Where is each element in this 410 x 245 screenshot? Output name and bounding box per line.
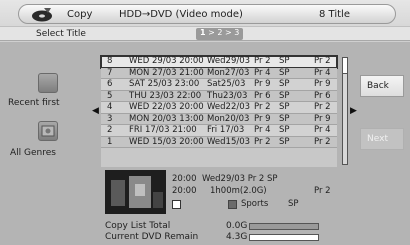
title-thumbnail <box>105 170 166 214</box>
row-channel-2: Pr 6 <box>314 90 331 101</box>
row-channel-2: Pr 9 <box>314 113 331 124</box>
row-channel-2: Pr 4 <box>314 125 331 135</box>
copy-route-label: HDD→DVD (Video mode) <box>119 9 243 20</box>
row-title: Mon27/03 <box>207 67 250 78</box>
row-rec-mode: SP <box>279 113 290 124</box>
title-row[interactable]: 4 WED 22/03 20:00 Wed22/03 Pr 2 SP Pr 2 <box>101 102 337 114</box>
select-title-label: Select Title <box>36 29 86 39</box>
row-number: 8 <box>107 56 113 66</box>
row-date: MON 20/03 13:00 <box>129 113 204 124</box>
disc-copy-icon <box>32 8 52 22</box>
row-channel: Pr 2 <box>254 56 271 66</box>
row-title: Fri 17/03 <box>207 125 245 135</box>
row-channel: Pr 2 <box>254 102 271 112</box>
row-channel: Pr 9 <box>254 79 271 89</box>
row-rec-mode: SP <box>279 67 290 78</box>
row-title: Sat25/03 <box>207 79 246 89</box>
row-title: Wed15/03 <box>207 136 251 147</box>
row-channel-2: Pr 2 <box>314 136 331 147</box>
row-title: Mon20/03 <box>207 113 250 124</box>
mode-label: Copy <box>67 9 93 20</box>
copy-mode-bar: Copy HDD→DVD (Video mode) 8 Title <box>18 4 396 24</box>
page-indicator[interactable]: 1 > 2 > 3 <box>196 28 244 40</box>
row-rec-mode: SP <box>279 102 290 112</box>
row-date: WED 29/03 20:00 <box>129 56 204 66</box>
detail-time-1: 20:00 <box>172 174 197 184</box>
detail-genre: Sports <box>241 199 269 209</box>
row-channel: Pr 9 <box>254 113 271 124</box>
dubbing-icon <box>172 200 181 209</box>
title-list: 8 WED 29/03 20:00 Wed29/03 Pr 2 SP Pr 2 … <box>100 55 338 167</box>
title-row[interactable]: 5 THU 23/03 22:00 Thu23/03 Pr 6 SP Pr 6 <box>101 90 337 102</box>
row-number: 7 <box>107 67 113 78</box>
row-date: WED 22/03 20:00 <box>129 102 204 112</box>
genre-icon <box>228 200 237 209</box>
dvd-remain-value: 4.3G <box>226 232 248 242</box>
row-rec-mode: SP <box>279 136 290 147</box>
row-date: FRI 17/03 21:00 <box>129 125 197 135</box>
row-date: SAT 25/03 23:00 <box>129 79 200 89</box>
page-1[interactable]: 1 <box>200 28 206 37</box>
title-row[interactable]: 8 WED 29/03 20:00 Wed29/03 Pr 2 SP Pr 2 <box>100 55 338 69</box>
title-row[interactable]: 2 FRI 17/03 21:00 Fri 17/03 Pr 4 SP Pr 4 <box>101 125 337 137</box>
row-number: 5 <box>107 90 113 101</box>
row-channel: Pr 4 <box>254 67 271 78</box>
row-channel-2: Pr 9 <box>314 79 331 89</box>
copy-list-total-value: 0.0G <box>226 221 248 231</box>
list-scrollbar[interactable] <box>342 57 348 165</box>
thumbnail-image-icon <box>105 170 166 214</box>
row-channel: Pr 4 <box>254 125 271 135</box>
row-number: 2 <box>107 125 113 135</box>
detail-rec-mode: SP <box>288 199 299 209</box>
scrollbar-thumb[interactable] <box>343 58 347 74</box>
row-date: WED 15/03 20:00 <box>129 136 204 147</box>
back-button[interactable]: Back <box>360 75 404 97</box>
row-channel: Pr 6 <box>254 90 271 101</box>
genre-glyph-icon <box>41 125 55 137</box>
row-date: MON 27/03 21:00 <box>129 67 204 78</box>
detail-time-2: 20:00 <box>172 186 197 196</box>
header-panel: Copy HDD→DVD (Video mode) 8 Title Select… <box>0 0 410 42</box>
row-channel-2: Pr 2 <box>314 56 331 66</box>
next-button[interactable]: Next <box>360 128 404 150</box>
all-genres-button[interactable]: All Genres <box>10 148 56 158</box>
recent-first-icon[interactable] <box>38 73 58 93</box>
copy-total-bar <box>249 223 319 230</box>
title-row[interactable]: 1 WED 15/03 20:00 Wed15/03 Pr 2 SP Pr 2 <box>101 136 337 148</box>
row-rec-mode: SP <box>279 125 290 135</box>
title-row[interactable]: 6 SAT 25/03 23:00 Sat25/03 Pr 9 SP Pr 9 <box>101 79 337 91</box>
row-channel: Pr 2 <box>254 136 271 147</box>
row-channel-2: Pr 4 <box>314 67 331 78</box>
title-count: 8 Title <box>319 9 350 20</box>
dvd-remain-label: Current DVD Remain <box>105 232 199 242</box>
detail-duration: 1h00m(2.0G) <box>210 186 267 196</box>
row-rec-mode: SP <box>279 90 290 101</box>
title-row[interactable]: 7 MON 27/03 21:00 Mon27/03 Pr 4 SP Pr 4 <box>101 67 337 79</box>
right-arrow-icon[interactable]: ▶ <box>350 106 357 116</box>
row-date: THU 23/03 22:00 <box>129 90 202 101</box>
row-rec-mode: SP <box>279 79 290 89</box>
row-number: 6 <box>107 79 113 89</box>
copy-list-total-label: Copy List Total <box>105 221 171 231</box>
page-2[interactable]: 2 <box>217 28 222 37</box>
row-title: Wed29/03 <box>207 56 251 66</box>
page-3[interactable]: 3 <box>234 28 239 37</box>
row-title: Wed22/03 <box>207 102 251 112</box>
row-number: 4 <box>107 102 113 112</box>
left-arrow-icon[interactable]: ◀ <box>92 106 99 116</box>
detail-channel: Pr 2 <box>314 186 331 196</box>
genre-icon[interactable] <box>38 121 58 141</box>
row-number: 3 <box>107 113 113 124</box>
detail-date-title: Wed29/03 Pr 2 SP <box>202 174 278 184</box>
row-channel-2: Pr 2 <box>314 102 331 112</box>
title-row[interactable]: 3 MON 20/03 13:00 Mon20/03 Pr 9 SP Pr 9 <box>101 113 337 125</box>
copy-total-bar-fill <box>250 224 318 229</box>
row-number: 1 <box>107 136 113 147</box>
recent-first-button[interactable]: Recent first <box>8 98 60 108</box>
row-title: Thu23/03 <box>207 90 248 101</box>
select-title-bar: Select Title 1 > 2 > 3 <box>0 26 410 41</box>
dvd-remain-bar <box>249 234 319 241</box>
row-rec-mode: SP <box>279 56 290 66</box>
